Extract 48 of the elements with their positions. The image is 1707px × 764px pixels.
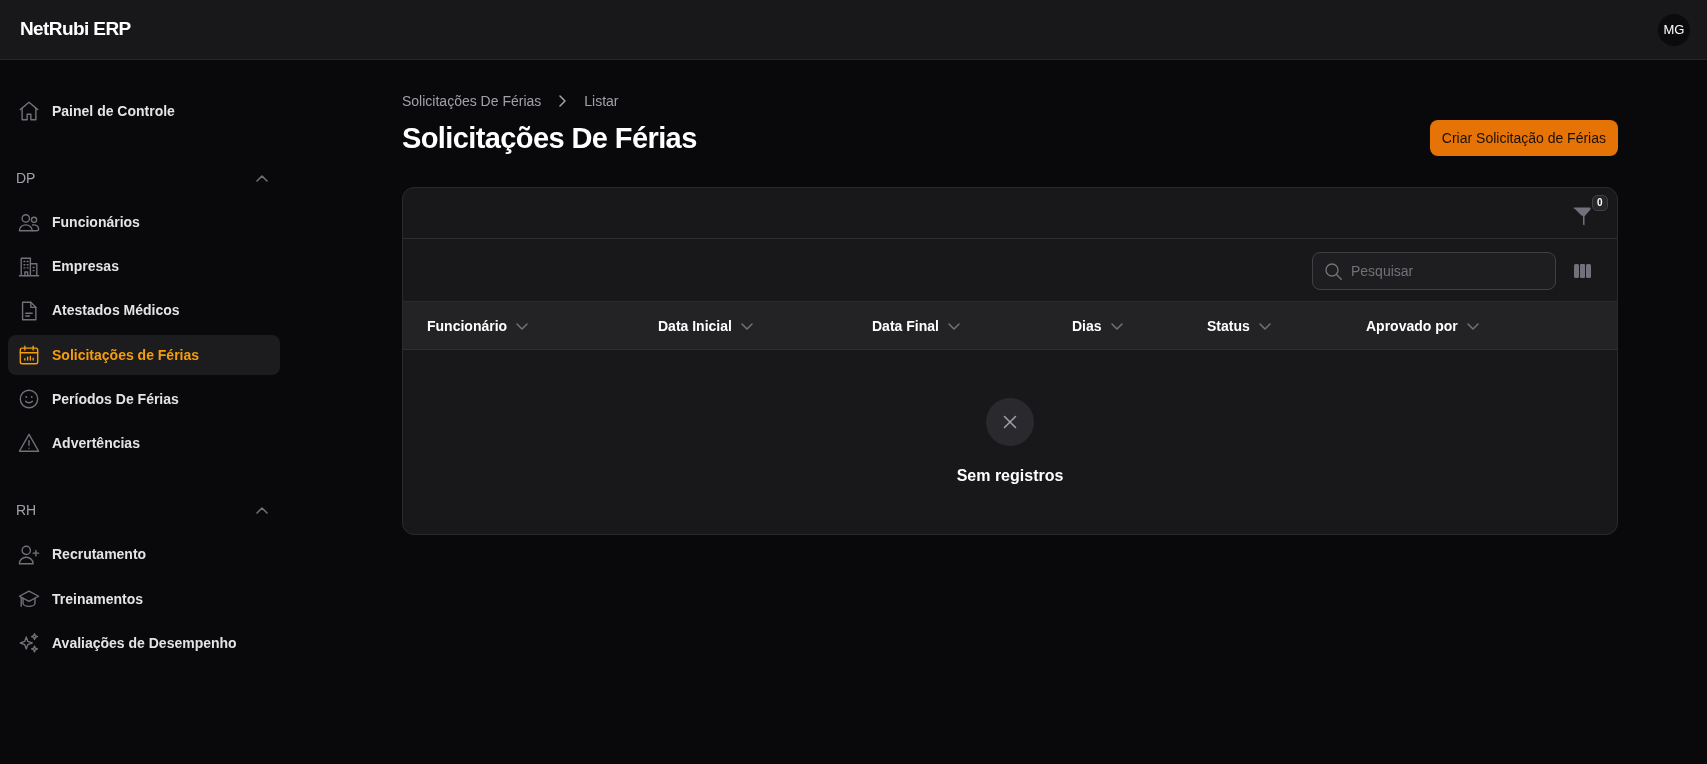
filter-count-badge: 0: [1592, 194, 1608, 211]
columns-button[interactable]: [1574, 264, 1591, 278]
sidebar-group-toggle[interactable]: RH: [8, 494, 280, 527]
calendar-icon: [18, 344, 40, 367]
x-mark-icon: [986, 398, 1034, 446]
column-header[interactable]: Data Inicial: [658, 315, 753, 337]
sidebar-item[interactable]: Avaliações de Desempenho: [8, 623, 280, 664]
column-header[interactable]: Aprovado por: [1366, 315, 1479, 337]
sidebar-item[interactable]: Solicitações de Férias: [8, 335, 280, 376]
sidebar-item[interactable]: Painel de Controle: [8, 91, 280, 131]
warning-icon: [18, 432, 40, 455]
chevron-right-icon: [559, 95, 567, 107]
sidebar-item[interactable]: Treinamentos: [8, 579, 280, 620]
breadcrumb-link[interactable]: Solicitações De Férias: [402, 90, 542, 112]
sparkles-icon: [18, 632, 40, 655]
building-icon: [18, 255, 40, 278]
sidebar-item[interactable]: Advertências: [8, 423, 280, 464]
brand-logo[interactable]: NetRubi ERP: [20, 15, 131, 44]
columns-icon: [1574, 264, 1591, 278]
search-icon: [1325, 263, 1342, 280]
home-icon: [18, 100, 40, 122]
chevron-down-icon: [1258, 322, 1271, 330]
smiley-icon: [18, 388, 40, 411]
user-plus-icon: [18, 543, 40, 566]
sidebar-item[interactable]: Empresas: [8, 246, 280, 287]
chevron-down-icon: [947, 322, 960, 330]
create-button[interactable]: Criar Solicitação de Férias: [1429, 120, 1618, 156]
chevron-down-icon: [1466, 322, 1479, 330]
sidebar-item[interactable]: Funcionários: [8, 202, 280, 243]
sidebar-group-toggle[interactable]: DP: [8, 162, 280, 195]
page-title: Solicitações De Férias: [402, 121, 697, 156]
column-header[interactable]: Status: [1207, 315, 1271, 337]
user-avatar[interactable]: MG: [1658, 13, 1690, 46]
breadcrumb-current: Listar: [584, 91, 619, 111]
sidebar-item[interactable]: Atestados Médicos: [8, 290, 280, 331]
search-field[interactable]: Pesquisar: [1312, 252, 1556, 290]
sidebar-item[interactable]: Recrutamento: [8, 534, 280, 575]
column-header[interactable]: Funcionário: [427, 315, 529, 337]
column-header[interactable]: Dias: [1072, 315, 1123, 337]
chevron-down-icon: [740, 322, 753, 330]
chevron-down-icon: [516, 322, 529, 330]
chevron-down-icon: [1110, 322, 1123, 330]
empty-state-text: Sem registros: [956, 466, 1064, 486]
sidebar-item[interactable]: Períodos De Férias: [8, 379, 280, 420]
users-icon: [18, 211, 40, 234]
column-header[interactable]: Data Final: [872, 315, 960, 337]
filter-icon: [1573, 206, 1591, 226]
filter-button[interactable]: [1573, 206, 1591, 226]
